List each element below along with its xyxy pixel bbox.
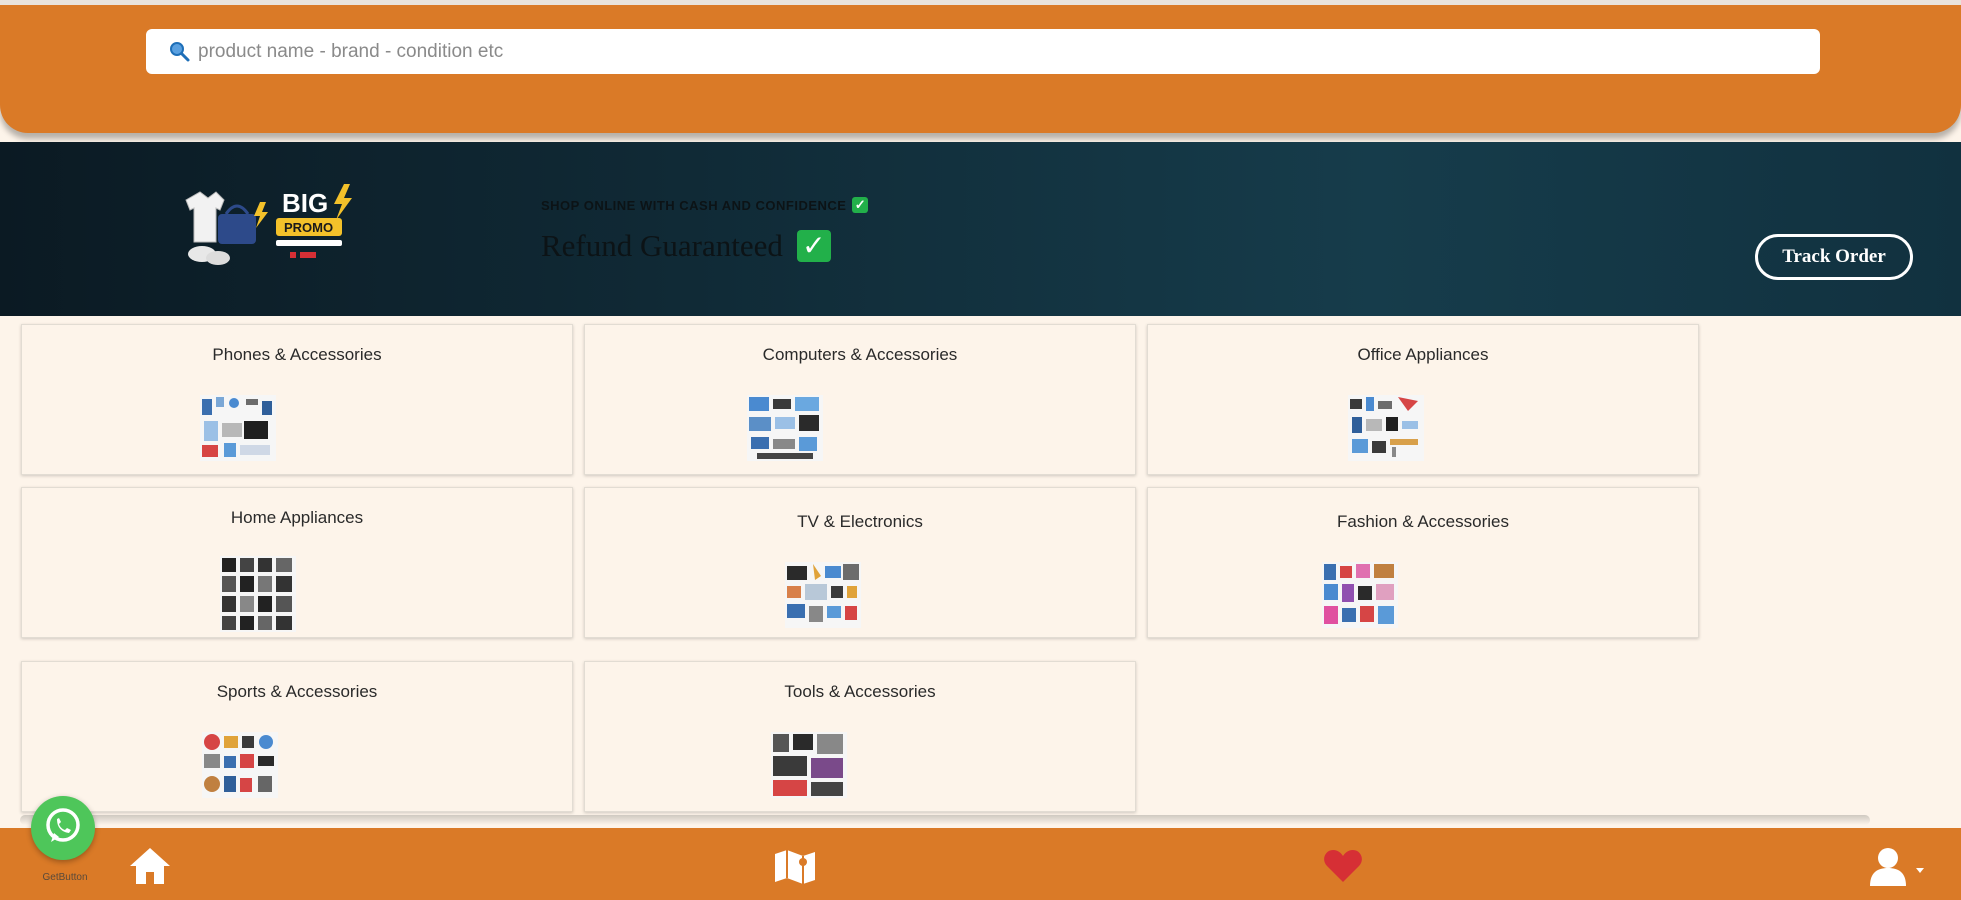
category-label: Tools & Accessories [784, 682, 936, 701]
category-card-computers[interactable]: Computers & Accessories [584, 324, 1136, 475]
search-bar[interactable] [146, 29, 1820, 74]
bottom-nav [0, 828, 1961, 900]
category-label: Sports & Accessories [216, 682, 378, 701]
nav-favorites[interactable] [1323, 850, 1363, 889]
category-card-tv-electronics[interactable]: TV & Electronics [584, 487, 1136, 638]
user-icon [1870, 848, 1930, 892]
banner-tagline: SHOP ONLINE WITH CASH AND CONFIDENCE ✓ [541, 197, 869, 213]
whatsapp-button[interactable] [31, 796, 95, 860]
scroll-edge-shadow [20, 815, 1870, 825]
category-card-tools[interactable]: Tools & Accessories [584, 661, 1136, 812]
svg-text:BIG: BIG [282, 188, 328, 218]
category-label: Fashion & Accessories [1337, 512, 1509, 531]
banner-headline-text: Refund Guaranteed [541, 228, 783, 263]
category-thumbnail [1322, 562, 1398, 628]
category-thumbnail [220, 556, 296, 632]
svg-text:PROMO: PROMO [284, 220, 333, 235]
category-label: Home Appliances [230, 508, 364, 527]
heart-icon [1323, 850, 1363, 888]
nav-account[interactable] [1870, 846, 1930, 893]
category-label: Computers & Accessories [762, 345, 958, 364]
whatsapp-icon [43, 806, 83, 851]
track-order-button[interactable]: Track Order [1755, 234, 1913, 280]
nav-home[interactable] [128, 846, 172, 891]
category-label: Phones & Accessories [212, 345, 382, 364]
search-input[interactable] [198, 29, 1820, 74]
nav-map[interactable] [773, 848, 817, 889]
category-thumbnail [202, 732, 278, 798]
status-strip [0, 0, 1961, 5]
whatsapp-caption: GetButton [42, 872, 88, 883]
chevron-down-icon [1916, 868, 1924, 873]
category-card-phones[interactable]: Phones & Accessories [21, 324, 573, 475]
category-card-home-appliances[interactable]: Home Appliances [21, 487, 573, 638]
promo-banner: BIG PROMO SHOP ONLINE WITH CASH AND CONF… [0, 142, 1961, 316]
category-thumbnail [200, 395, 276, 461]
banner-headline: Refund Guaranteed ✓ [541, 228, 831, 264]
category-thumbnail [1348, 395, 1424, 461]
category-thumbnail [771, 732, 847, 798]
big-promo-logo[interactable]: BIG PROMO [178, 182, 368, 282]
category-thumbnail [785, 562, 861, 628]
category-card-sports[interactable]: Sports & Accessories [21, 661, 573, 812]
category-card-office[interactable]: Office Appliances [1147, 324, 1699, 475]
map-icon [773, 850, 817, 888]
banner-tagline-text: SHOP ONLINE WITH CASH AND CONFIDENCE [541, 197, 847, 213]
check-icon: ✓ [796, 230, 831, 262]
top-header [0, 0, 1961, 133]
category-card-fashion[interactable]: Fashion & Accessories [1147, 487, 1699, 638]
category-label: TV & Electronics [797, 512, 923, 531]
category-thumbnail [747, 395, 823, 461]
home-icon [128, 848, 172, 890]
category-label: Office Appliances [1357, 345, 1489, 364]
check-icon: ✓ [852, 197, 869, 213]
search-icon [168, 40, 192, 64]
